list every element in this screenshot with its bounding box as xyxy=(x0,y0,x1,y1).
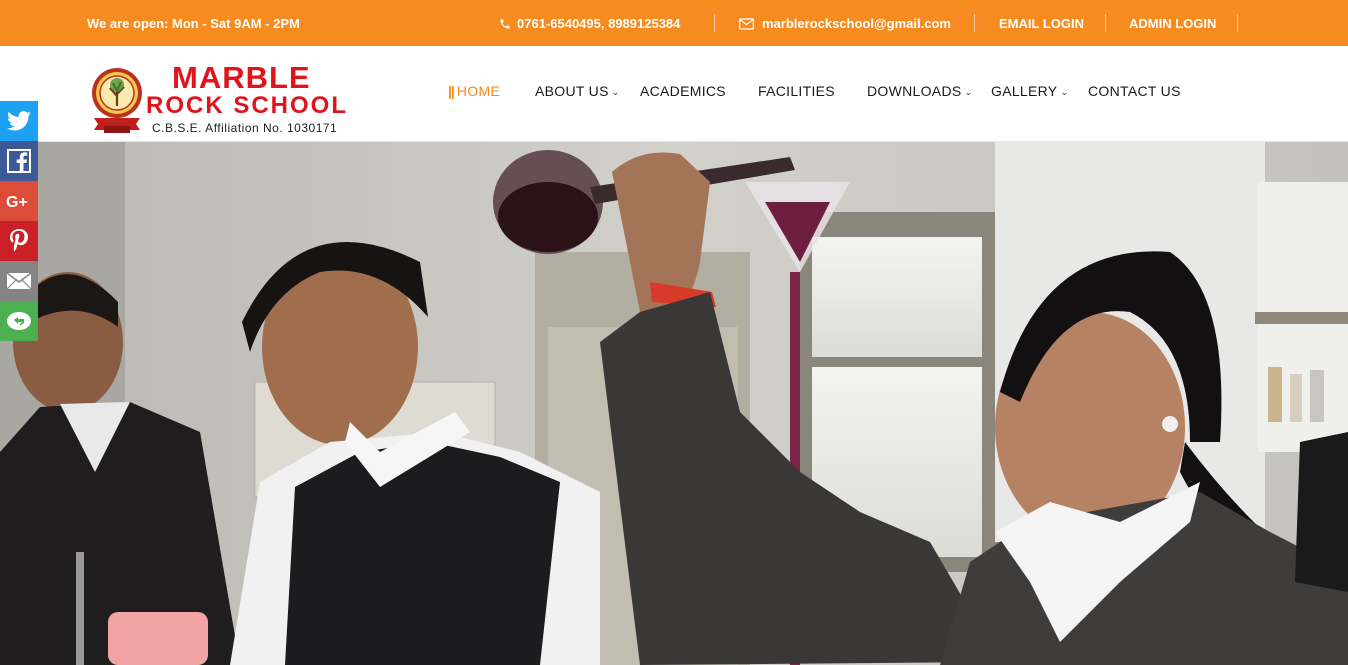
phone-text: 0761-6540495, 8989125384 xyxy=(517,16,681,31)
share-facebook-button[interactable] xyxy=(0,141,38,181)
svg-text:G+: G+ xyxy=(6,194,28,209)
nav-item-about-us[interactable]: ABOUT US ⌄ xyxy=(535,83,620,99)
hero-lab-photo xyxy=(0,142,1348,665)
opening-hours: We are open: Mon - Sat 9AM - 2PM xyxy=(87,16,300,31)
share-twitter-button[interactable] xyxy=(0,101,38,141)
share-pinterest-button[interactable] xyxy=(0,221,38,261)
email-text: marblerockschool@gmail.com xyxy=(762,16,951,31)
divider xyxy=(1105,14,1106,32)
email-icon xyxy=(6,272,32,290)
phone-icon xyxy=(500,19,510,28)
share-more-button[interactable] xyxy=(0,301,38,341)
divider xyxy=(974,14,975,32)
admin-login-link[interactable]: ADMIN LOGIN xyxy=(1129,16,1216,31)
nav-item-home-label: HOME xyxy=(456,83,501,99)
nav-item-academics[interactable]: ACADEMICS xyxy=(640,83,726,99)
nav-item-downloads-label: DOWNLOADS xyxy=(867,83,962,99)
nav-item-academics-label: ACADEMICS xyxy=(640,83,726,99)
chevron-down-icon: ⌄ xyxy=(964,87,973,97)
nav-item-gallery[interactable]: GALLERY ⌄ xyxy=(991,83,1068,99)
facebook-icon xyxy=(7,149,31,173)
share-email-button[interactable] xyxy=(0,261,38,301)
envelope-icon xyxy=(739,17,754,30)
site-header: MARBLE ROCK SCHOOL C.B.S.E. Affiliation … xyxy=(0,46,1348,142)
email-contact[interactable]: marblerockschool@gmail.com xyxy=(739,16,951,31)
hero-banner xyxy=(0,142,1348,665)
nav-item-contact-us[interactable]: CONTACT US xyxy=(1088,83,1181,99)
nav-item-facilities[interactable]: FACILITIES xyxy=(758,83,835,99)
nav-item-about-us-label: ABOUT US xyxy=(535,83,609,99)
divider xyxy=(1237,14,1238,32)
affiliation-number: C.B.S.E. Affiliation No. 1030171 xyxy=(152,121,338,135)
nav-item-home[interactable]: || HOME xyxy=(448,83,500,99)
active-indicator: || xyxy=(448,83,455,99)
share-google-plus-button[interactable]: G+ xyxy=(0,181,38,221)
email-login-link[interactable]: EMAIL LOGIN xyxy=(999,16,1084,31)
nav-item-contact-us-label: CONTACT US xyxy=(1088,83,1181,99)
nav-item-gallery-label: GALLERY xyxy=(991,83,1058,99)
logo-title-rock-school: ROCK SCHOOL xyxy=(146,92,348,119)
nav-item-facilities-label: FACILITIES xyxy=(758,83,835,99)
logo-title-marble: MARBLE xyxy=(172,60,311,95)
top-info-bar: We are open: Mon - Sat 9AM - 2PM 0761-65… xyxy=(0,0,1348,46)
google-plus-icon: G+ xyxy=(6,194,28,209)
divider xyxy=(714,14,715,32)
school-emblem-icon xyxy=(92,68,142,133)
nav-item-downloads[interactable]: DOWNLOADS ⌄ xyxy=(867,83,972,99)
twitter-icon xyxy=(7,111,31,131)
more-share-icon xyxy=(7,312,31,330)
pinterest-icon xyxy=(10,229,28,252)
phone-contact[interactable]: 0761-6540495, 8989125384 xyxy=(499,16,680,31)
chevron-down-icon: ⌄ xyxy=(611,87,620,97)
chevron-down-icon: ⌄ xyxy=(1060,87,1069,97)
